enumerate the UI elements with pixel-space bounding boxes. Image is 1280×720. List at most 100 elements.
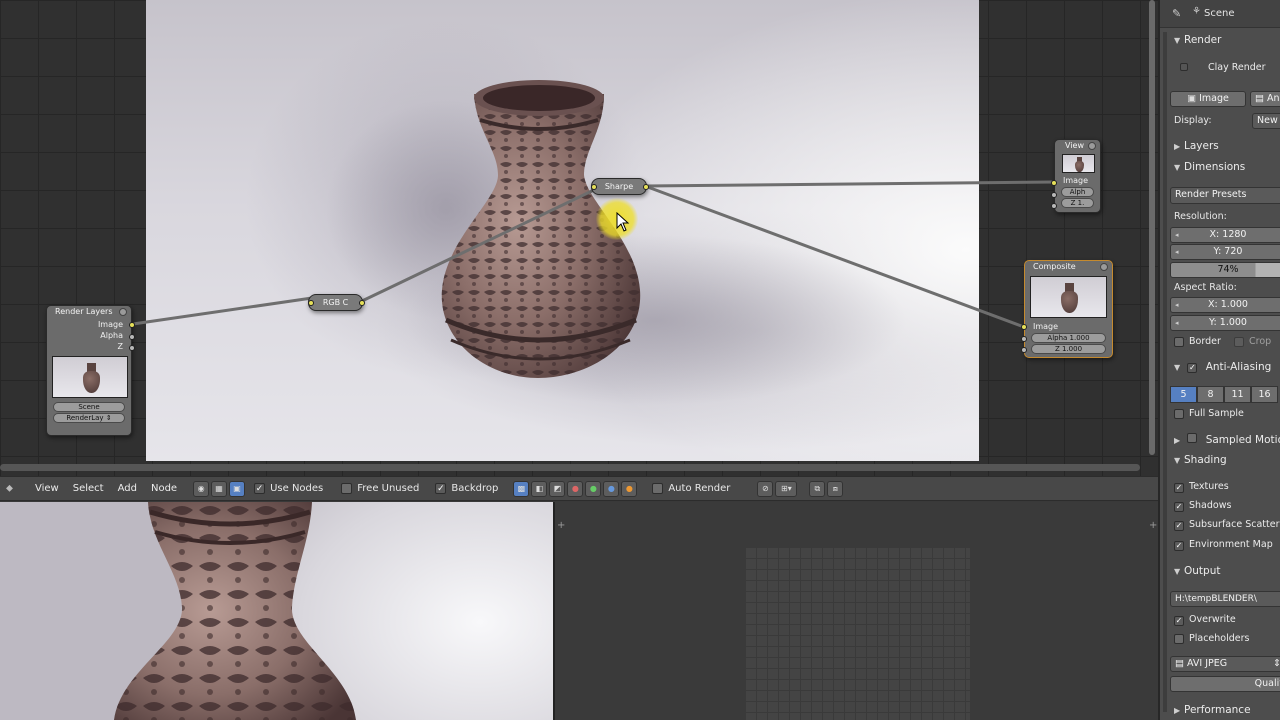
sampled-motion-checkbox[interactable]: [1187, 433, 1198, 443]
aspect-x-field[interactable]: ◂ X: 1.000: [1170, 297, 1280, 313]
area-corner-plus-icon[interactable]: +: [1149, 520, 1157, 531]
decrement-arrow-icon[interactable]: ◂: [1175, 298, 1179, 312]
dimensions-panel-header[interactable]: ▼ Dimensions: [1174, 161, 1245, 173]
file-format-dropdown[interactable]: ▤ AVI JPEG ⇕: [1170, 656, 1280, 672]
color-orange-icon[interactable]: ●: [621, 480, 638, 497]
shading-panel-header[interactable]: ▼ Shading: [1174, 454, 1227, 466]
performance-panel-header[interactable]: ▶ Performance: [1174, 704, 1251, 716]
output-socket-image[interactable]: [129, 322, 135, 328]
aa-samples-16[interactable]: 16: [1251, 386, 1278, 403]
environment-map-checkbox[interactable]: ✓ Environment Map: [1174, 539, 1273, 551]
color-green-icon[interactable]: ●: [585, 480, 602, 497]
input-socket-sharpen[interactable]: [591, 184, 597, 190]
aspect-y-field[interactable]: ◂ Y: 1.000: [1170, 315, 1280, 331]
editor-type-menu-icon[interactable]: ⬥: [6, 483, 16, 494]
free-unused-checkbox[interactable]: Free Unused: [341, 483, 419, 494]
viewer-alpha-field[interactable]: Alph: [1061, 187, 1094, 197]
output-socket-z[interactable]: [129, 345, 135, 351]
node-editor[interactable]: Render Layers Image Alpha Z Scene Render…: [0, 0, 1158, 476]
border-checkbox[interactable]: Border: [1174, 336, 1221, 350]
input-socket-alpha[interactable]: [1051, 192, 1057, 198]
node-editor-horizontal-scrollbar[interactable]: [0, 464, 1140, 471]
auto-render-checkbox[interactable]: Auto Render: [652, 483, 730, 494]
sharpen-node[interactable]: Sharpe: [591, 178, 649, 195]
use-nodes-checkbox[interactable]: ✓ Use Nodes: [254, 483, 323, 494]
render-presets-dropdown[interactable]: Render Presets: [1170, 187, 1280, 204]
clay-render-checkbox[interactable]: Clay Render: [1180, 62, 1266, 74]
anti-aliasing-checkbox[interactable]: ✓: [1187, 363, 1198, 373]
output-panel-header[interactable]: ▼ Output: [1174, 565, 1220, 577]
menu-select[interactable]: Select: [66, 483, 111, 494]
aa-samples-11[interactable]: 11: [1224, 386, 1251, 403]
properties-scrollbar[interactable]: [1163, 32, 1167, 712]
snap-toggle-icon[interactable]: ⊘: [757, 480, 774, 497]
node-editor-vertical-scrollbar[interactable]: [1149, 0, 1155, 455]
input-socket-z[interactable]: [1021, 347, 1027, 353]
backdrop-checkbox[interactable]: ✓ Backdrop: [435, 483, 498, 494]
color-red-icon[interactable]: ●: [567, 480, 584, 497]
shadows-checkbox[interactable]: ✓ Shadows: [1174, 500, 1231, 512]
decrement-arrow-icon[interactable]: ◂: [1175, 228, 1179, 242]
composite-alpha-field[interactable]: Alpha 1.000: [1031, 333, 1106, 343]
render-layers-node[interactable]: Render Layers Image Alpha Z Scene Render…: [46, 305, 135, 436]
output-socket-sharpen[interactable]: [643, 184, 649, 190]
backdrop-channel-alpha-icon[interactable]: ◩: [549, 480, 566, 497]
menu-view[interactable]: View: [28, 483, 66, 494]
copy-nodes-icon[interactable]: ⧉: [809, 480, 826, 497]
composite-z-field[interactable]: Z 1.000: [1031, 344, 1106, 354]
menu-add[interactable]: Add: [111, 483, 144, 494]
sampled-motion-blur-panel-header[interactable]: ▶ Sampled Motion: [1174, 433, 1280, 446]
quality-slider[interactable]: Qualit: [1170, 676, 1280, 692]
input-socket-rgb-curves[interactable]: [308, 300, 314, 306]
output-socket-alpha[interactable]: [129, 334, 135, 340]
output-socket-rgb-curves[interactable]: [359, 300, 365, 306]
rgb-curves-node-title: RGB C: [322, 298, 349, 307]
render-layer-selector[interactable]: RenderLay ⇕: [53, 413, 125, 423]
viewer-z-field[interactable]: Z 1.: [1061, 198, 1094, 208]
node-preview-toggle-icon[interactable]: [119, 308, 127, 316]
input-socket-image[interactable]: [1021, 324, 1027, 330]
resolution-x-field[interactable]: ◂ X: 1280: [1170, 227, 1280, 243]
crop-checkbox[interactable]: Crop: [1234, 336, 1271, 350]
image-editor-render-view[interactable]: [0, 502, 553, 720]
texture-nodes-icon[interactable]: ▣: [229, 480, 246, 497]
composite-node[interactable]: Composite Image Alpha 1.000 Z 1.000: [1021, 260, 1113, 358]
overwrite-checkbox[interactable]: ✓ Overwrite: [1174, 614, 1236, 626]
snap-element-icon[interactable]: ⊞▾: [775, 480, 798, 497]
output-path-field[interactable]: H:\tempBLENDER\: [1170, 591, 1280, 607]
pin-icon[interactable]: ✎: [1172, 7, 1181, 20]
placeholders-checkbox[interactable]: Placeholders: [1174, 633, 1249, 647]
node-preview-toggle-icon[interactable]: [1100, 263, 1108, 271]
textures-checkbox[interactable]: ✓ Textures: [1174, 481, 1229, 493]
color-blue-icon[interactable]: ●: [603, 480, 620, 497]
full-sample-checkbox[interactable]: Full Sample: [1174, 408, 1244, 422]
rgb-curves-node[interactable]: RGB C: [308, 294, 365, 311]
aa-samples-5[interactable]: 5: [1170, 386, 1197, 403]
compositing-nodes-icon[interactable]: ▦: [211, 480, 228, 497]
uv-image-editor-area[interactable]: + +: [555, 502, 1158, 720]
resolution-y-field[interactable]: ◂ Y: 720: [1170, 244, 1280, 260]
render-image-button[interactable]: ▣ Image: [1170, 91, 1246, 107]
input-socket-alpha[interactable]: [1021, 336, 1027, 342]
backdrop-channel-rgb-icon[interactable]: ▩: [513, 480, 530, 497]
input-socket-image[interactable]: [1051, 180, 1057, 186]
aa-samples-8[interactable]: 8: [1197, 386, 1224, 403]
menu-node[interactable]: Node: [144, 483, 184, 494]
scene-selector[interactable]: Scene: [53, 402, 125, 412]
layers-panel-header[interactable]: ▶ Layers: [1174, 140, 1219, 152]
area-corner-plus-icon[interactable]: +: [557, 520, 565, 531]
paste-nodes-icon[interactable]: ⧈: [827, 480, 844, 497]
node-preview-toggle-icon[interactable]: [1088, 142, 1096, 150]
display-dropdown[interactable]: New: [1252, 113, 1280, 129]
render-panel-header[interactable]: ▼ Render: [1174, 34, 1221, 46]
decrement-arrow-icon[interactable]: ◂: [1175, 245, 1179, 259]
subsurface-scattering-checkbox[interactable]: ✓Subsurface Scattering: [1174, 519, 1280, 531]
resolution-percentage-slider[interactable]: 74%: [1170, 262, 1280, 278]
shader-nodes-icon[interactable]: ◉: [193, 480, 210, 497]
backdrop-channel-rgba-icon[interactable]: ◧: [531, 480, 548, 497]
decrement-arrow-icon[interactable]: ◂: [1175, 316, 1179, 330]
viewer-node[interactable]: View Image Alph Z 1.: [1051, 139, 1101, 213]
render-animation-button[interactable]: ▤ An: [1250, 91, 1280, 107]
input-socket-z[interactable]: [1051, 203, 1057, 209]
anti-aliasing-panel-header[interactable]: ▼ ✓ Anti-Aliasing: [1174, 361, 1271, 373]
